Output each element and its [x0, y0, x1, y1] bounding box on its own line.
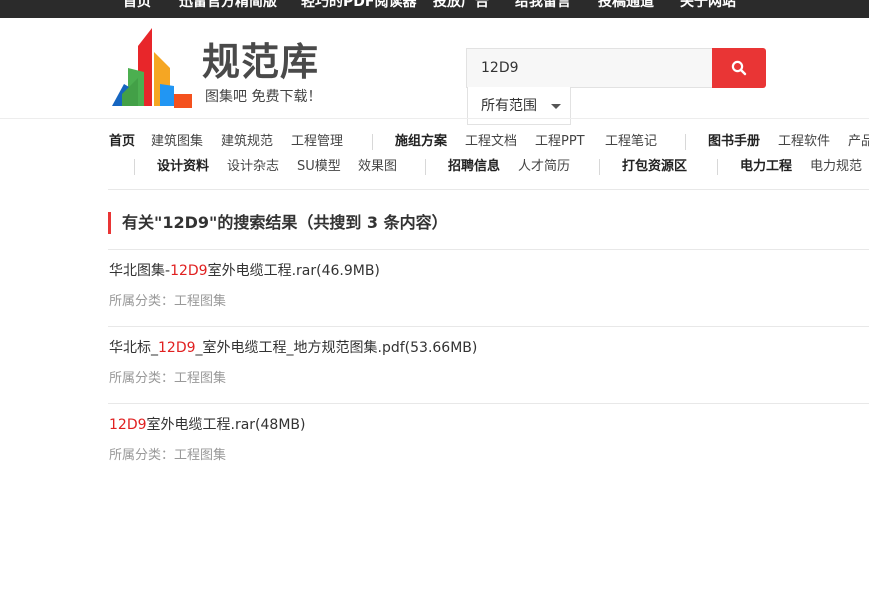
logo-buildings-icon [112, 28, 192, 108]
topnav-advertise[interactable]: 投放广告 [433, 0, 489, 11]
nav-engineering-software[interactable]: 工程软件 [778, 134, 830, 150]
nav-resumes[interactable]: 人才简历 [518, 159, 570, 175]
nav-products[interactable]: 产品 [848, 134, 869, 150]
result-title-suffix: 室外电缆工程.rar(46.9MB) [207, 263, 380, 279]
results-heading: 有关"12D9"的搜索结果（共搜到 3 条内容） [108, 212, 448, 234]
nav-manuals[interactable]: 图书手册 [708, 134, 760, 150]
nav-bundle-resources[interactable]: 打包资源区 [622, 159, 687, 175]
result-category: 所属分类：工程图集 [109, 448, 227, 463]
nav-design-magazines[interactable]: 设计杂志 [227, 159, 279, 175]
result-category: 所属分类：工程图集 [109, 294, 227, 309]
nav-building-atlas[interactable]: 建筑图集 [151, 134, 203, 150]
nav-separator [599, 159, 600, 175]
result-title-link[interactable]: 华北标_12D9_室外电缆工程_地方规范图集.pdf(53.66MB) [109, 338, 477, 358]
result-title-link[interactable]: 12D9室外电缆工程.rar(48MB) [109, 415, 305, 435]
search-scope-select[interactable]: 所有范围 [467, 87, 571, 125]
logo-title: 规范库 [202, 40, 320, 84]
logo-slogan: 图集吧 免费下载！ [205, 89, 322, 105]
nav-construction-plans[interactable]: 施组方案 [395, 134, 447, 150]
topnav-home[interactable]: 首页 [123, 0, 151, 11]
result-category: 所属分类：工程图集 [109, 371, 227, 386]
divider [108, 326, 869, 327]
divider [0, 118, 869, 119]
nav-building-codes[interactable]: 建筑规范 [221, 134, 273, 150]
nav-home[interactable]: 首页 [109, 134, 135, 150]
nav-renderings[interactable]: 效果图 [358, 159, 397, 175]
result-title-suffix: 室外电缆工程.rar(48MB) [146, 417, 306, 433]
result-title-link[interactable]: 华北图集-12D9室外电缆工程.rar(46.9MB) [109, 261, 380, 281]
nav-power-codes[interactable]: 电力规范 [810, 159, 862, 175]
nav-project-management[interactable]: 工程管理 [291, 134, 343, 150]
nav-engineering-notes[interactable]: 工程笔记 [605, 134, 657, 150]
topnav-pdf-reader[interactable]: 轻巧的PDF阅读器 [301, 0, 416, 11]
nav-engineering-docs[interactable]: 工程文档 [465, 134, 517, 150]
result-title-prefix: 华北图集- [109, 263, 171, 279]
nav-recruitment[interactable]: 招聘信息 [448, 159, 500, 175]
chevron-down-icon [551, 104, 561, 109]
result-title-highlight: 12D9 [170, 263, 208, 279]
top-navigation-bar: 首页 迅雷官方精简版 轻巧的PDF阅读器 投放广告 给我留言 投稿通道 关于网站 [0, 0, 869, 18]
result-title-highlight: 12D9 [109, 417, 147, 433]
nav-design-materials[interactable]: 设计资料 [157, 159, 209, 175]
search-input[interactable]: 12D9 [466, 48, 713, 88]
nav-separator [372, 134, 373, 150]
divider [108, 403, 869, 404]
site-logo[interactable]: 规范库 图集吧 免费下载！ [112, 28, 342, 110]
nav-su-models[interactable]: SU模型 [297, 159, 341, 175]
topnav-xunlei[interactable]: 迅雷官方精简版 [179, 0, 277, 11]
result-title-highlight: 12D9 [158, 340, 196, 356]
nav-separator [717, 159, 718, 175]
nav-separator [685, 134, 686, 150]
nav-separator [134, 159, 135, 175]
result-title-suffix: _室外电缆工程_地方规范图集.pdf(53.66MB) [195, 340, 478, 356]
nav-engineering-ppt[interactable]: 工程PPT [535, 134, 585, 150]
divider [108, 249, 869, 250]
topnav-message[interactable]: 给我留言 [515, 0, 571, 11]
nav-separator [425, 159, 426, 175]
search-scope-value: 所有范围 [481, 98, 537, 114]
result-title-prefix: 华北标_ [109, 340, 158, 356]
search-button[interactable] [712, 48, 766, 88]
search-icon [731, 60, 747, 76]
divider [108, 189, 869, 190]
topnav-submit[interactable]: 投稿通道 [598, 0, 654, 11]
topnav-about[interactable]: 关于网站 [680, 0, 736, 11]
nav-power-engineering[interactable]: 电力工程 [740, 159, 792, 175]
